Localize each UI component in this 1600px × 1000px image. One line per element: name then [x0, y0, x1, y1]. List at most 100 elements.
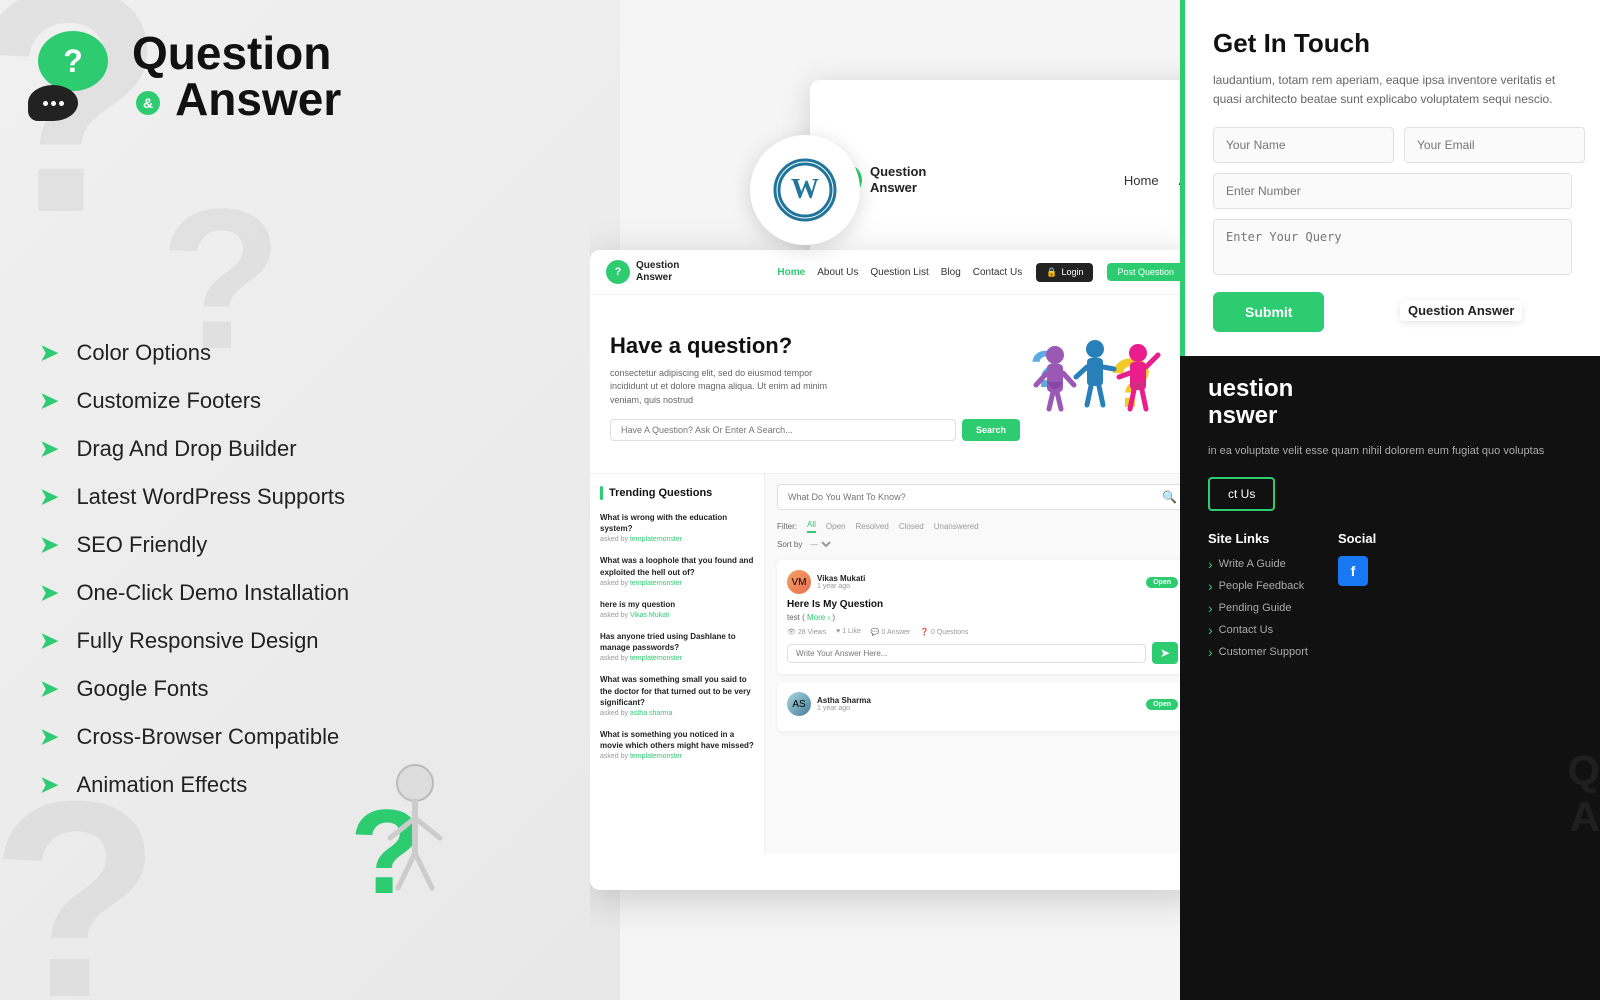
- footer-link-support[interactable]: Customer Support: [1208, 644, 1308, 660]
- feature-item-1: ➤ Customize Footers: [40, 388, 349, 414]
- contact-submit-button[interactable]: Submit: [1213, 292, 1324, 332]
- filter-closed[interactable]: Closed: [899, 522, 924, 531]
- hero-search-input[interactable]: [610, 419, 956, 441]
- left-panel: ? ? ? ? Question & Answer ➤ Color Option…: [0, 0, 620, 1000]
- tq-by-6: asked by templatemonster: [600, 753, 754, 760]
- sort-bar: Sort by —: [777, 539, 1188, 550]
- q-time-2: 1 year ago: [817, 705, 1140, 712]
- logo-icon: ?: [28, 31, 118, 121]
- tq-text-1: What is wrong with the education system?: [600, 512, 754, 534]
- footer-link-guide[interactable]: Write A Guide: [1208, 556, 1308, 572]
- q-meta-2: Astha Sharma 1 year ago: [817, 696, 1140, 712]
- filter-all[interactable]: All: [807, 520, 816, 533]
- main-nav-home[interactable]: Home: [777, 267, 805, 278]
- figure-3d: ?: [320, 733, 460, 960]
- q-stats-1: 👁 28 Views ♥ 1 Like 💬 0 Answer ❓ 0 Quest…: [787, 628, 1178, 636]
- feature-text-7: Google Fonts: [76, 676, 208, 702]
- filter-open[interactable]: Open: [826, 522, 846, 531]
- footer-social-title: Social: [1338, 531, 1376, 546]
- q-author-2: Astha Sharma: [817, 696, 1140, 705]
- contact-form-desc: laudantium, totam rem aperiam, eaque ips…: [1213, 71, 1572, 109]
- logo-q-mark: ?: [63, 43, 83, 80]
- footer-section: QA uestion nswer in ea voluptate velit e…: [1180, 356, 1600, 1000]
- hero-text: Have a question? consectetur adipiscing …: [610, 333, 1020, 442]
- footer-link-contact[interactable]: Contact Us: [1208, 622, 1308, 638]
- filter-resolved[interactable]: Resolved: [855, 522, 888, 531]
- main-nav-contact[interactable]: Contact Us: [973, 267, 1022, 278]
- feature-text-8: Cross-Browser Compatible: [76, 724, 339, 750]
- q-author-1: Vikas Mukati: [817, 574, 1140, 583]
- filter-unanswered[interactable]: Unanswered: [934, 522, 979, 531]
- tq-by-4: asked by templatemonster: [600, 655, 754, 662]
- contact-form: Get In Touch laudantium, totam rem aperi…: [1180, 0, 1600, 356]
- feature-item-9: ➤ Animation Effects: [40, 772, 349, 798]
- answer-input-1[interactable]: [787, 644, 1146, 663]
- q-answers-1: 💬 0 Answer: [871, 628, 910, 636]
- footer-site-links: Site Links Write A Guide People Feedback…: [1208, 531, 1308, 666]
- q-card-header-1: VM Vikas Mukati 1 year ago Open: [787, 570, 1178, 594]
- arrow-icon-8: ➤: [40, 724, 58, 750]
- main-nav-about[interactable]: About Us: [817, 267, 858, 278]
- hero-search-button[interactable]: Search: [962, 419, 1020, 441]
- tq-by-1: asked by templatemonster: [600, 536, 754, 543]
- main-login-button[interactable]: 🔒 Login: [1036, 263, 1093, 282]
- main-nav-links: Home About Us Question List Blog Contact…: [777, 267, 1022, 278]
- logo-bubble-main: ?: [38, 31, 108, 91]
- feature-item-5: ➤ One-Click Demo Installation: [40, 580, 349, 606]
- trending-sidebar: Trending Questions What is wrong with th…: [590, 474, 765, 853]
- main-post-question-button[interactable]: Post Question: [1107, 263, 1184, 281]
- arrow-icon-5: ➤: [40, 580, 58, 606]
- tq-text-6: What is something you noticed in a movie…: [600, 729, 754, 751]
- hero-illustration: ? ?: [1020, 317, 1180, 457]
- logo-text: Question & Answer: [132, 30, 341, 122]
- filter-label: Filter:: [777, 522, 797, 531]
- q-card-header-2: AS Astha Sharma 1 year ago Open: [787, 692, 1178, 716]
- footer-link-pending[interactable]: Pending Guide: [1208, 600, 1308, 616]
- q-avatar-1: VM: [787, 570, 811, 594]
- footer-contact-button[interactable]: ct Us: [1208, 477, 1275, 511]
- arrow-icon-7: ➤: [40, 676, 58, 702]
- q-time-1: 1 year ago: [817, 583, 1140, 590]
- back-nav-home[interactable]: Home: [1124, 173, 1159, 188]
- arrow-icon-0: ➤: [40, 340, 58, 366]
- feature-item-0: ➤ Color Options: [40, 340, 349, 366]
- contact-email-input[interactable]: [1404, 127, 1585, 163]
- hero-desc: consectetur adipiscing elit, sed do eius…: [610, 367, 830, 408]
- main-nav-qlist[interactable]: Question List: [870, 267, 928, 278]
- feature-text-6: Fully Responsive Design: [76, 628, 318, 654]
- footer-link-feedback[interactable]: People Feedback: [1208, 578, 1308, 594]
- questions-search-input[interactable]: [788, 492, 1162, 502]
- contact-phone-input[interactable]: [1213, 173, 1572, 209]
- footer-brand: uestion nswer: [1208, 376, 1572, 429]
- contact-name-input[interactable]: [1213, 127, 1394, 163]
- q-title-1: Here Is My Question: [787, 599, 1178, 610]
- feature-item-8: ➤ Cross-Browser Compatible: [40, 724, 349, 750]
- feature-text-4: SEO Friendly: [76, 532, 207, 558]
- main-nav-blog[interactable]: Blog: [941, 267, 961, 278]
- questions-main: 🔍 Filter: All Open Resolved Closed Unans…: [765, 474, 1200, 853]
- facebook-icon[interactable]: f: [1338, 556, 1368, 586]
- back-logo-text: Question Answer: [870, 164, 926, 195]
- arrow-icon-9: ➤: [40, 772, 58, 798]
- arrow-icon-4: ➤: [40, 532, 58, 558]
- logo-area: ? Question & Answer: [28, 30, 341, 122]
- trending-q-3: here is my question asked by Vikas Mukat…: [600, 599, 754, 619]
- tq-text-2: What was a loophole that you found and e…: [600, 555, 754, 577]
- feature-item-3: ➤ Latest WordPress Supports: [40, 484, 349, 510]
- feature-text-9: Animation Effects: [76, 772, 247, 798]
- filter-bar: Filter: All Open Resolved Closed Unanswe…: [777, 520, 1188, 533]
- q-avatar-2: AS: [787, 692, 811, 716]
- main-browser-nav: ? Question Answer Home About Us Question…: [590, 250, 1200, 295]
- sort-label: Sort by: [777, 540, 802, 549]
- footer-brand-name: uestion nswer: [1208, 376, 1572, 429]
- feature-text-0: Color Options: [76, 340, 211, 366]
- answer-submit-1[interactable]: ➤: [1152, 642, 1178, 664]
- sort-select[interactable]: —: [806, 539, 834, 550]
- question-card-2: AS Astha Sharma 1 year ago Open: [777, 682, 1188, 731]
- arrow-icon-1: ➤: [40, 388, 58, 414]
- feature-text-3: Latest WordPress Supports: [76, 484, 345, 510]
- contact-query-textarea[interactable]: [1213, 219, 1572, 275]
- arrow-icon-2: ➤: [40, 436, 58, 462]
- trending-q-6: What is something you noticed in a movie…: [600, 729, 754, 760]
- questions-search-bar: 🔍: [777, 484, 1188, 510]
